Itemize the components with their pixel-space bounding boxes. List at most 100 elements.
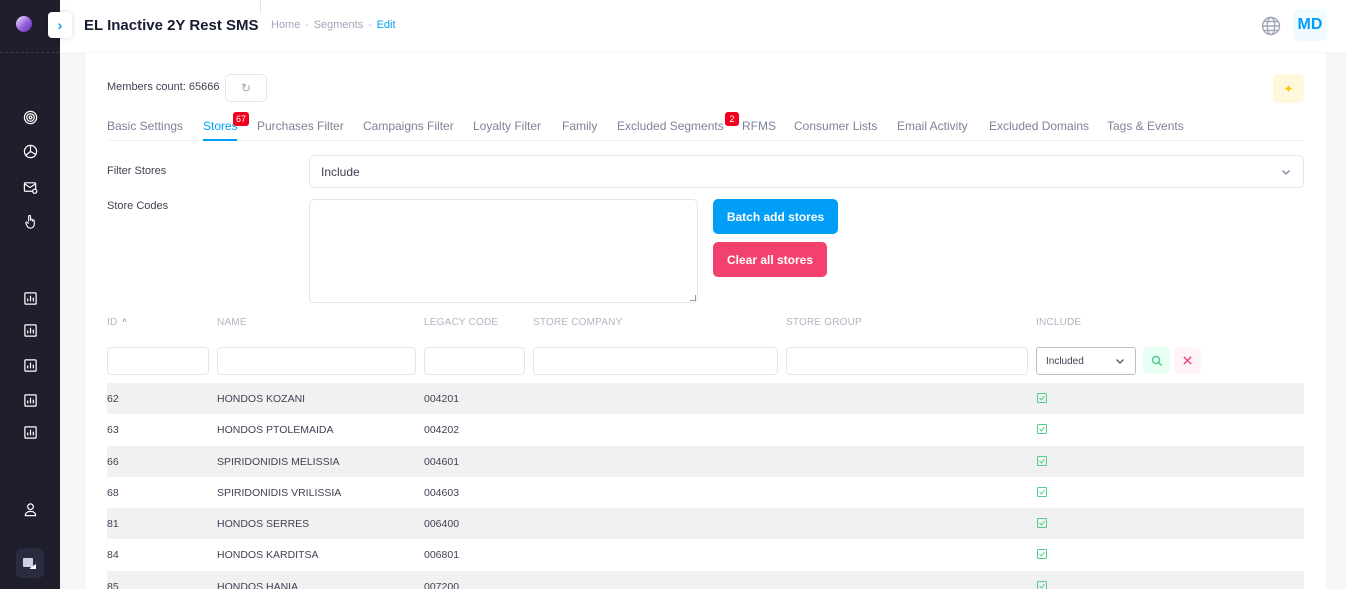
table-row[interactable]: 85 HONDOS HANIA 007200 <box>107 570 1304 589</box>
tab-bar: Basic Settings Stores 67 Purchases Filte… <box>107 111 1304 141</box>
tab-family[interactable]: Family <box>562 119 597 133</box>
cell-name: HONDOS KOZANI <box>217 393 306 405</box>
table-row[interactable]: 68 SPIRIDONIDIS VRILISSIA 004603 <box>107 477 1304 508</box>
checkbox-checked-icon <box>1037 518 1047 529</box>
sort-ascending-icon: ^ <box>122 317 127 327</box>
cell-legacy-code: 007200 <box>424 580 460 589</box>
report-icon[interactable] <box>22 357 38 373</box>
resize-handle[interactable] <box>690 295 696 301</box>
checkbox-checked-icon <box>1037 486 1047 497</box>
column-header-name[interactable]: NAME <box>217 317 247 328</box>
filter-stores-value: Include <box>321 165 360 179</box>
header-divider <box>260 0 261 14</box>
table-row[interactable]: 63 HONDOS PTOLEMAIDA 004202 <box>107 414 1304 445</box>
sidebar-toggle-icon[interactable]: › <box>48 12 72 38</box>
active-tab-indicator <box>203 139 237 141</box>
breadcrumb: Home - Segments - Edit <box>271 19 396 31</box>
store-company-filter-input[interactable] <box>533 347 778 375</box>
cell-legacy-code: 006801 <box>424 549 460 562</box>
cell-id: 62 <box>107 393 119 405</box>
cell-name: HONDOS SERRES <box>217 518 310 531</box>
cell-legacy-code: 004601 <box>424 455 460 468</box>
sidebar <box>0 0 60 589</box>
cell-name: HONDOS HANIA <box>217 580 299 589</box>
cell-legacy-code: 004603 <box>424 486 460 499</box>
search-icon <box>1151 355 1162 366</box>
store-group-filter-input[interactable] <box>786 347 1028 375</box>
page-title: EL Inactive 2Y Rest SMS <box>84 17 259 34</box>
tab-tags-events[interactable]: Tags & Events <box>1107 119 1184 133</box>
cell-legacy-code: 004201 <box>424 393 460 405</box>
close-icon <box>1183 356 1192 365</box>
cell-id: 81 <box>107 518 119 531</box>
store-codes-textarea[interactable] <box>309 199 698 303</box>
segment-edit-card: Members count: 65666 ↻ ✦ Basic Settings … <box>86 53 1326 589</box>
target-icon[interactable] <box>22 109 38 125</box>
report-icon[interactable] <box>22 424 38 440</box>
report-icon[interactable] <box>22 290 38 306</box>
id-filter-input[interactable] <box>107 347 209 375</box>
cell-name: SPIRIDONIDIS MELISSIA <box>217 455 340 468</box>
hand-pointer-icon[interactable] <box>22 213 38 229</box>
app-logo[interactable] <box>16 16 32 32</box>
stores-table-body: 62 HONDOS KOZANI 004201 63 HONDOS PTOLEM… <box>107 383 1304 589</box>
include-filter-select[interactable]: Included <box>1036 347 1136 375</box>
tab-excluded-domains[interactable]: Excluded Domains <box>989 119 1089 133</box>
tab-stores[interactable]: Stores 67 <box>203 112 250 133</box>
tab-campaigns-filter[interactable]: Campaigns Filter <box>363 119 454 133</box>
globe-icon[interactable] <box>1260 15 1282 37</box>
tab-basic-settings[interactable]: Basic Settings <box>107 119 183 133</box>
column-header-id[interactable]: ID ^ <box>107 317 127 328</box>
name-filter-input[interactable] <box>217 347 416 375</box>
batch-add-stores-button[interactable]: Batch add stores <box>713 199 838 234</box>
breadcrumb-home[interactable]: Home <box>271 19 300 31</box>
user-icon[interactable] <box>22 501 38 517</box>
cell-id: 66 <box>107 455 119 468</box>
avatar[interactable]: MD <box>1293 9 1327 41</box>
tab-rfms[interactable]: RFMS <box>742 119 776 133</box>
legacy-code-filter-input[interactable] <box>424 347 525 375</box>
column-header-store-company[interactable]: STORE COMPANY <box>533 317 622 328</box>
report-icon[interactable] <box>22 392 38 408</box>
checkbox-checked-icon <box>1037 580 1047 589</box>
pie-chart-icon[interactable] <box>22 143 38 159</box>
filter-stores-select[interactable]: Include <box>309 155 1304 188</box>
clear-all-stores-button[interactable]: Clear all stores <box>713 242 827 277</box>
checkbox-checked-icon <box>1037 393 1047 403</box>
chevron-down-icon <box>1116 359 1124 364</box>
cell-name: SPIRIDONIDIS VRILISSIA <box>217 486 342 499</box>
breadcrumb-segments[interactable]: Segments <box>314 19 364 31</box>
report-icon[interactable] <box>22 322 38 338</box>
pin-button[interactable]: ✦ <box>1273 74 1304 103</box>
column-header-legacy-code[interactable]: LEGACY CODE <box>424 317 498 328</box>
count-badge: 67 <box>233 112 250 126</box>
column-header-store-group[interactable]: STORE GROUP <box>786 317 862 328</box>
pin-icon: ✦ <box>1283 81 1294 96</box>
cell-name: HONDOS PTOLEMAIDA <box>217 424 334 437</box>
cell-id: 84 <box>107 549 119 562</box>
table-row[interactable]: 84 HONDOS KARDITSA 006801 <box>107 539 1304 570</box>
checkbox-checked-icon <box>1037 424 1047 435</box>
table-row[interactable]: 81 HONDOS SERRES 006400 <box>107 508 1304 540</box>
tab-label: Excluded Segments <box>617 119 724 133</box>
column-header-include[interactable]: INCLUDE <box>1036 317 1081 328</box>
cell-name: HONDOS KARDITSA <box>217 549 319 562</box>
filter-stores-label: Filter Stores <box>107 165 167 177</box>
table-row[interactable]: 66 SPIRIDONIDIS MELISSIA 004601 <box>107 445 1304 477</box>
count-badge: 2 <box>725 112 739 126</box>
chevron-down-icon <box>1282 170 1290 175</box>
store-codes-label: Store Codes <box>107 200 169 212</box>
tab-email-activity[interactable]: Email Activity <box>897 119 968 133</box>
refresh-button[interactable]: ↻ <box>225 74 267 102</box>
cell-id: 85 <box>107 580 119 589</box>
table-row[interactable]: 62 HONDOS KOZANI 004201 <box>107 383 1304 415</box>
tab-purchases-filter[interactable]: Purchases Filter <box>257 119 344 133</box>
tab-excluded-segments[interactable]: Excluded Segments 2 <box>617 112 739 133</box>
tab-loyalty-filter[interactable]: Loyalty Filter <box>473 119 541 133</box>
tab-consumer-lists[interactable]: Consumer Lists <box>794 119 877 133</box>
theme-toggle-icon[interactable] <box>16 548 44 578</box>
email-settings-icon[interactable] <box>22 179 38 195</box>
cell-id: 63 <box>107 424 119 437</box>
clear-filter-button[interactable] <box>1174 347 1201 374</box>
search-button[interactable] <box>1143 347 1170 374</box>
